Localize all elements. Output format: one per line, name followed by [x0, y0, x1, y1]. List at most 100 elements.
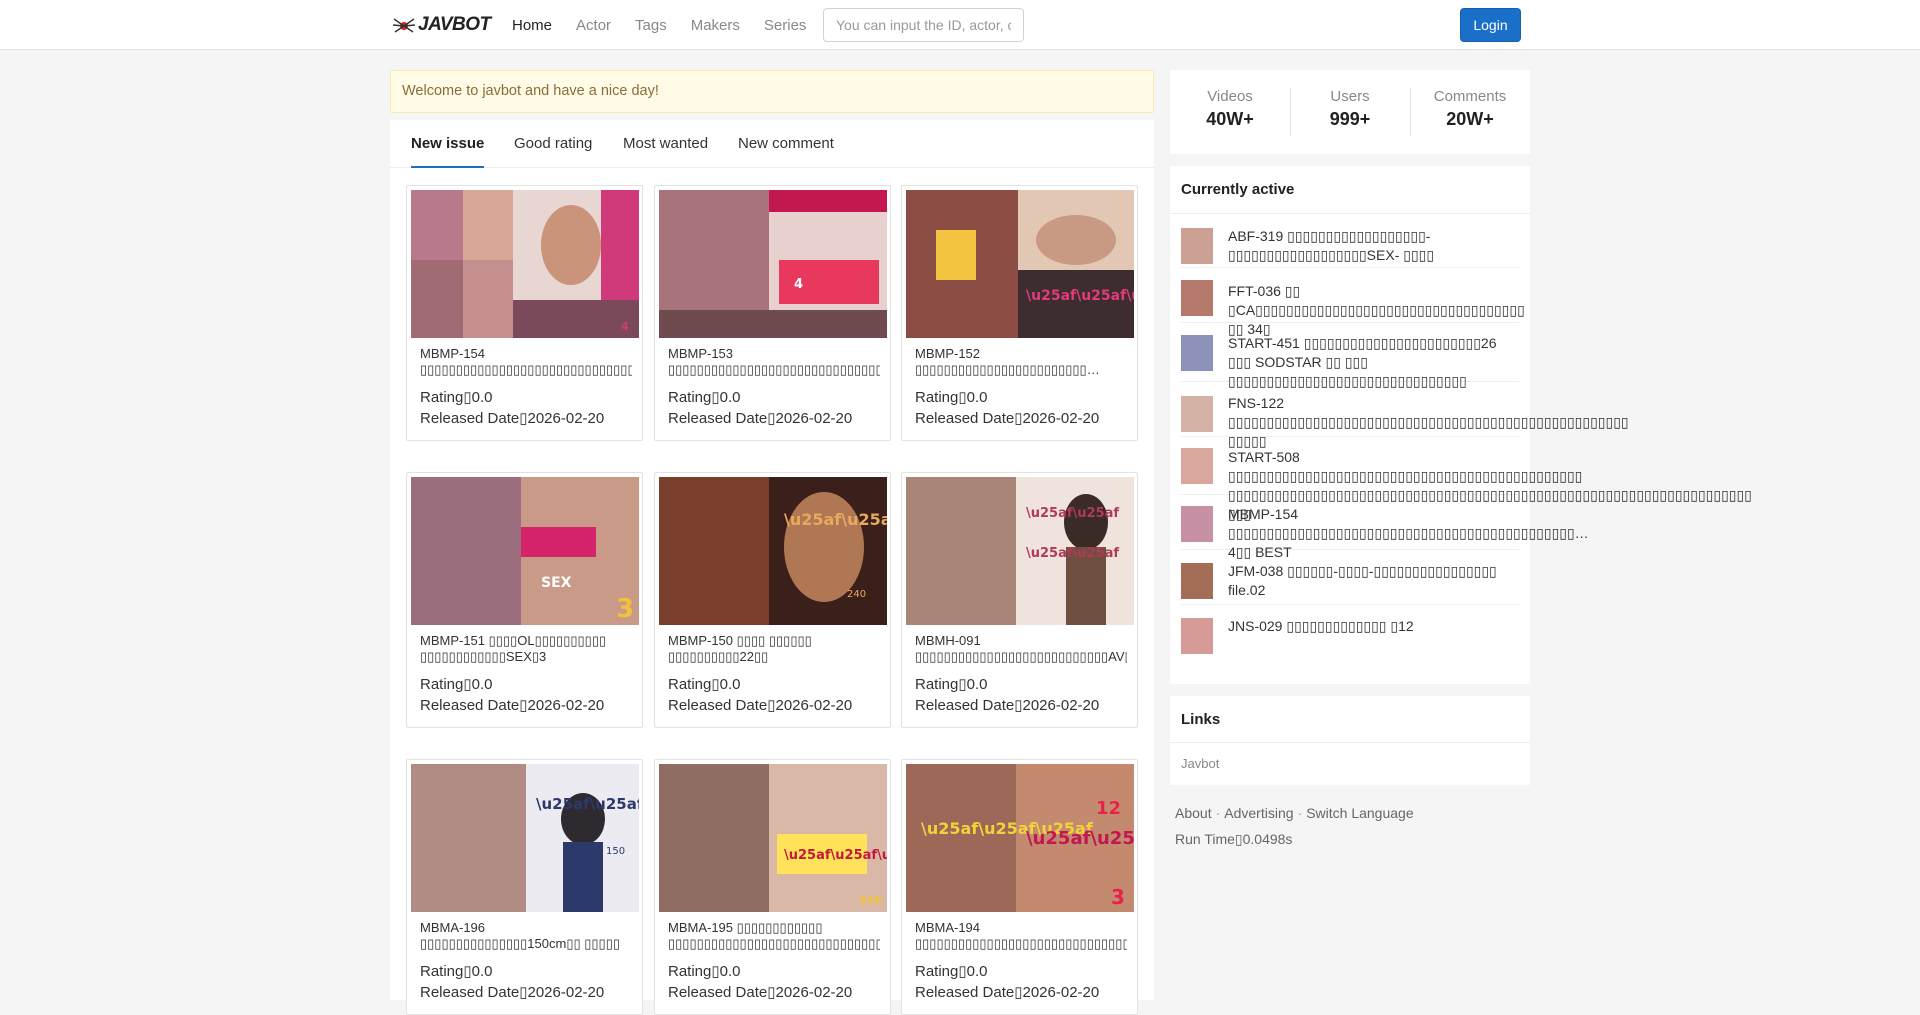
- nav-makers[interactable]: Makers: [679, 17, 752, 34]
- active-item[interactable]: ABF-319 ▯▯▯▯▯▯▯▯▯▯▯▯▯▯▯▯▯▯-▯▯▯▯▯▯▯▯▯▯▯▯▯…: [1181, 213, 1519, 268]
- tab-new-issue[interactable]: New issue: [411, 135, 485, 168]
- video-card[interactable]: \u25af\u25af \u25af\u25af MBMH-091 ▯▯▯▯▯…: [901, 472, 1138, 728]
- stat-label: Users: [1330, 88, 1370, 105]
- svg-text:\u25af\u25af: \u25af\u25af: [1026, 506, 1119, 521]
- video-cover-image[interactable]: \u25af\u25af 240: [659, 477, 887, 625]
- video-card[interactable]: \u25af\u25af\u25af\u25af MBMP-152 ▯▯▯▯▯▯…: [901, 185, 1138, 441]
- active-item[interactable]: JNS-029 ▯▯▯▯▯▯▯▯▯▯▯▯▯ ▯12: [1181, 605, 1519, 661]
- video-release-date: Released Date▯2026-02-20: [668, 984, 853, 1001]
- video-card[interactable]: 4 MBMP-154 ▯▯▯▯▯▯▯▯▯▯▯▯▯▯▯▯▯▯▯▯▯▯▯▯▯▯▯▯▯…: [406, 185, 643, 441]
- nav-series[interactable]: Series: [752, 17, 819, 34]
- svg-text:\u25af\u25af\u25af: \u25af\u25af\u25af: [536, 795, 639, 813]
- active-item[interactable]: JFM-038 ▯▯▯▯▯▯-▯▯▯▯-▯▯▯▯▯▯▯▯▯▯▯▯▯▯▯▯ fil…: [1181, 550, 1519, 605]
- svg-text:\u25af\u25af\u25af: \u25af\u25af\u25af: [1026, 828, 1134, 849]
- video-cover-image[interactable]: \u25af\u25af\u25af \u25af\u25af\u25af 12…: [906, 764, 1134, 912]
- site-logo[interactable]: JAVBOT: [392, 13, 491, 37]
- logo-spider-icon: [392, 18, 416, 33]
- stat-label: Comments: [1433, 88, 1507, 105]
- video-rating: Rating▯0.0: [668, 963, 741, 980]
- footer-about-link[interactable]: About: [1175, 805, 1212, 821]
- svg-text:3: 3: [616, 594, 634, 624]
- tab-new-comment[interactable]: New comment: [738, 135, 834, 168]
- video-card[interactable]: 4 MBMP-153 ▯▯▯▯▯▯▯▯▯▯▯▯▯▯▯▯▯▯▯▯▯▯▯▯▯▯▯▯▯…: [654, 185, 891, 441]
- search-input[interactable]: [823, 8, 1024, 42]
- nav-actor[interactable]: Actor: [564, 17, 623, 34]
- nav-tags[interactable]: Tags: [623, 17, 679, 34]
- video-release-date: Released Date▯2026-02-20: [420, 697, 605, 714]
- main-nav: Home Actor Tags Makers Series: [500, 0, 818, 50]
- panel-title: Currently active: [1181, 181, 1295, 198]
- video-title[interactable]: MBMP-150 ▯▯▯▯ ▯▯▯▯▯▯ ▯▯▯▯▯▯▯▯▯▯22▯▯ ▯▯▯▯…: [668, 633, 880, 665]
- link-javbot[interactable]: Javbot: [1181, 756, 1219, 771]
- video-card[interactable]: \u25af\u25af\u25af 150 MBMA-196 ▯▯▯▯▯▯▯▯…: [406, 759, 643, 1015]
- video-cover-image[interactable]: \u25af\u25af\u25af\u25af: [906, 190, 1134, 338]
- video-rating: Rating▯0.0: [420, 676, 493, 693]
- video-card[interactable]: \u25af\u25af 240 MBMP-150 ▯▯▯▯ ▯▯▯▯▯▯ ▯▯…: [654, 472, 891, 728]
- footer-separator: ·: [1215, 805, 1221, 821]
- active-item-thumbnail[interactable]: [1181, 335, 1213, 371]
- video-title[interactable]: MBMP-152 ▯▯▯▯▯▯▯▯▯▯▯▯▯▯▯▯▯▯▯▯▯▯▯▯… ▯▯▯▯▯…: [915, 346, 1127, 378]
- stat-label: Videos: [1207, 88, 1253, 105]
- video-list-panel: New issue Good rating Most wanted New co…: [390, 120, 1154, 1015]
- tab-good-rating[interactable]: Good rating: [514, 135, 592, 168]
- active-item-thumbnail[interactable]: [1181, 280, 1213, 316]
- video-cover-image[interactable]: \u25af\u25af\u25af 240: [659, 764, 887, 912]
- active-item-thumbnail[interactable]: [1181, 448, 1213, 484]
- video-cover-image[interactable]: \u25af\u25af \u25af\u25af: [906, 477, 1134, 625]
- video-release-date: Released Date▯2026-02-20: [915, 697, 1100, 714]
- video-title[interactable]: MBMP-151 ▯▯▯▯OL▯▯▯▯▯▯▯▯▯▯ ▯▯▯▯▯▯▯▯▯▯▯▯SE…: [420, 633, 632, 665]
- svg-text:240: 240: [847, 589, 866, 600]
- video-release-date: Released Date▯2026-02-20: [915, 410, 1100, 427]
- footer-advertising-link[interactable]: Advertising: [1224, 805, 1293, 821]
- active-item-title[interactable]: JNS-029 ▯▯▯▯▯▯▯▯▯▯▯▯▯ ▯12: [1228, 617, 1520, 636]
- footer-switch-language-link[interactable]: Switch Language: [1306, 805, 1413, 821]
- active-item-title[interactable]: JFM-038 ▯▯▯▯▯▯-▯▯▯▯-▯▯▯▯▯▯▯▯▯▯▯▯▯▯▯▯ fil…: [1228, 562, 1520, 600]
- active-item[interactable]: START-451 ▯▯▯▯▯▯▯▯▯▯▯▯▯▯▯▯▯▯▯▯▯▯▯26 ▯▯▯ …: [1181, 323, 1519, 389]
- svg-text:SEX: SEX: [541, 575, 572, 591]
- video-title[interactable]: MBMH-091 ▯▯▯▯▯▯▯▯▯▯▯▯▯▯▯▯▯▯▯▯▯▯▯▯▯▯▯AV▯▯…: [915, 633, 1127, 665]
- top-navbar: JAVBOT Home Actor Tags Makers Series Log…: [0, 0, 1920, 50]
- active-item-thumbnail[interactable]: [1181, 396, 1213, 432]
- nav-home[interactable]: Home: [500, 17, 564, 34]
- currently-active-panel: Currently active ABF-319 ▯▯▯▯▯▯▯▯▯▯▯▯▯▯▯…: [1170, 166, 1752, 684]
- active-item-thumbnail[interactable]: [1181, 506, 1213, 542]
- active-item-thumbnail[interactable]: [1181, 228, 1213, 264]
- video-release-date: Released Date▯2026-02-20: [668, 410, 853, 427]
- active-item[interactable]: FFT-036 ▯▯ ▯CA▯▯▯▯▯▯▯▯▯▯▯▯▯▯▯▯▯▯▯▯▯▯▯▯▯▯…: [1181, 268, 1525, 337]
- video-title[interactable]: MBMA-195 ▯▯▯▯▯▯▯▯▯▯▯▯ ▯▯▯▯▯▯▯▯▯▯▯▯▯▯▯▯▯▯…: [668, 920, 880, 952]
- active-item-title[interactable]: ABF-319 ▯▯▯▯▯▯▯▯▯▯▯▯▯▯▯▯▯▯-▯▯▯▯▯▯▯▯▯▯▯▯▯…: [1228, 227, 1520, 265]
- video-cover-image[interactable]: \u25af\u25af\u25af 150: [411, 764, 639, 912]
- video-title[interactable]: MBMA-196 ▯▯▯▯▯▯▯▯▯▯▯▯▯▯▯150cm▯▯ ▯▯▯▯▯ 12…: [420, 920, 632, 952]
- divider: [1170, 742, 1530, 743]
- video-title[interactable]: MBMP-153 ▯▯▯▯▯▯▯▯▯▯▯▯▯▯▯▯▯▯▯▯▯▯▯▯▯▯▯▯▯▯ …: [668, 346, 880, 378]
- video-cover-image[interactable]: 4: [411, 190, 639, 338]
- svg-text:\u25af\u25af\u25af\u25af: \u25af\u25af\u25af\u25af: [1026, 288, 1134, 304]
- active-item[interactable]: MBMP-154 ▯▯▯▯▯▯▯▯▯▯▯▯▯▯▯▯▯▯▯▯▯▯▯▯▯▯▯▯▯▯▯…: [1181, 495, 1589, 560]
- login-button[interactable]: Login: [1460, 8, 1521, 42]
- video-card[interactable]: \u25af\u25af\u25af 240 MBMA-195 ▯▯▯▯▯▯▯▯…: [654, 759, 891, 1015]
- video-cover-image[interactable]: 4: [659, 190, 887, 338]
- video-title[interactable]: MBMP-154 ▯▯▯▯▯▯▯▯▯▯▯▯▯▯▯▯▯▯▯▯▯▯▯▯▯▯▯▯▯▯▯…: [420, 346, 632, 378]
- active-item[interactable]: START-508 ▯▯▯▯▯▯▯▯▯▯▯▯▯▯▯▯▯▯▯▯▯▯▯▯▯▯▯▯▯▯…: [1181, 437, 1752, 522]
- video-cover-image[interactable]: SEX 3: [411, 477, 639, 625]
- stat-value: 999+: [1329, 109, 1371, 129]
- video-title[interactable]: MBMA-194 ▯▯▯▯▯▯▯▯▯▯▯▯▯▯▯▯▯▯▯▯▯▯▯▯▯▯▯▯▯▯▯…: [915, 920, 1127, 952]
- logo-text: JAVBOT: [418, 14, 491, 35]
- active-item[interactable]: FNS-122 ▯▯▯▯▯▯▯▯▯▯▯▯▯▯▯▯▯▯▯▯▯▯▯▯▯▯▯▯▯▯▯▯…: [1181, 382, 1629, 449]
- stat-value: 40W+: [1206, 109, 1254, 129]
- stat-comments: Comments 20W+: [1410, 88, 1530, 130]
- active-item-thumbnail[interactable]: [1181, 563, 1213, 599]
- active-item-thumbnail[interactable]: [1181, 618, 1213, 654]
- video-card[interactable]: \u25af\u25af\u25af \u25af\u25af\u25af 12…: [901, 759, 1138, 1015]
- video-rating: Rating▯0.0: [420, 963, 493, 980]
- video-card[interactable]: SEX 3 MBMP-151 ▯▯▯▯OL▯▯▯▯▯▯▯▯▯▯ ▯▯▯▯▯▯▯▯…: [406, 472, 643, 728]
- svg-text:4: 4: [794, 277, 803, 292]
- video-rating: Rating▯0.0: [668, 389, 741, 406]
- svg-text:150: 150: [606, 846, 625, 857]
- stat-value: 20W+: [1446, 109, 1494, 129]
- footer-separator: ·: [1297, 805, 1303, 821]
- video-release-date: Released Date▯2026-02-20: [420, 410, 605, 427]
- tab-most-wanted[interactable]: Most wanted: [623, 135, 708, 168]
- stat-users: Users 999+: [1290, 88, 1410, 130]
- svg-text:\u25af\u25af: \u25af\u25af: [784, 510, 887, 529]
